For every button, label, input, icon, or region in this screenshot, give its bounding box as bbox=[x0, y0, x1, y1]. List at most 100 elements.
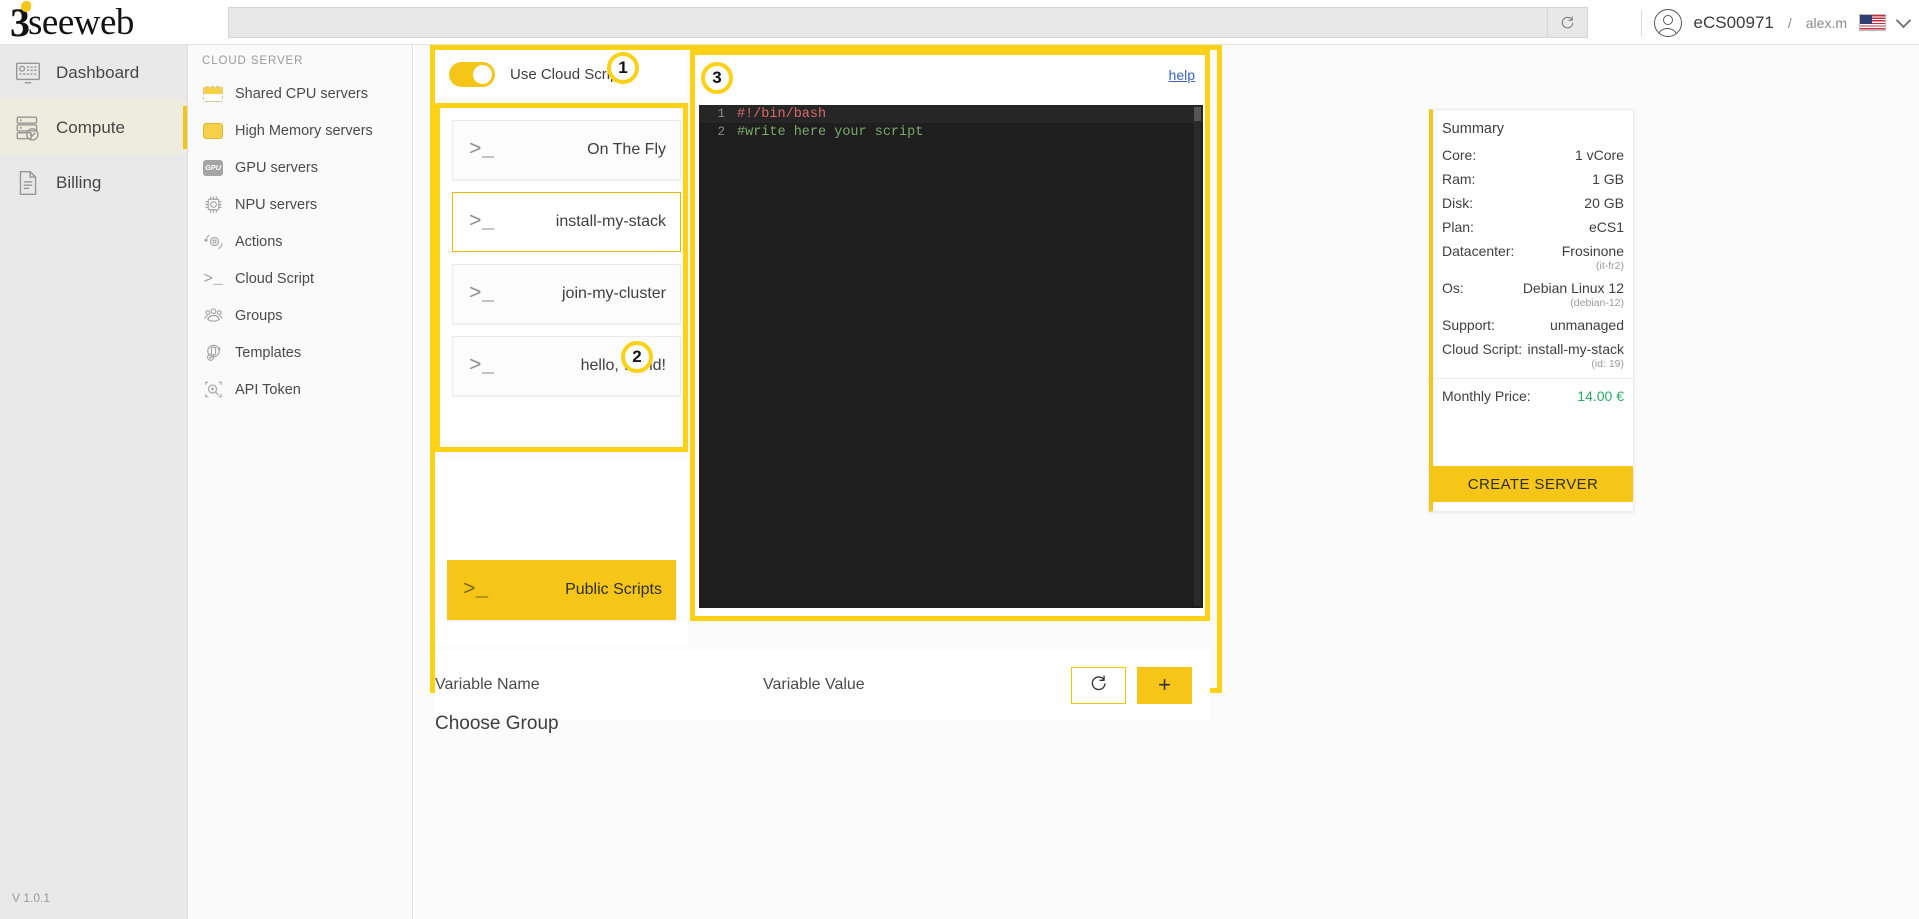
script-label: install-my-stack bbox=[555, 213, 666, 230]
editor-scrollbar[interactable] bbox=[1194, 107, 1201, 606]
code-line: 1 #!/bin/bash bbox=[699, 105, 1203, 123]
cpu-chip-half-icon bbox=[202, 83, 224, 105]
server-stack-icon bbox=[14, 114, 42, 142]
editor-header: 3 help bbox=[695, 55, 1205, 103]
chevron-down-icon[interactable] bbox=[1895, 12, 1912, 28]
use-cloud-scripts-row: Use Cloud Scripts bbox=[435, 50, 687, 98]
script-label: On The Fly bbox=[587, 141, 666, 158]
summary-value: 14.00 € bbox=[1577, 388, 1624, 404]
brand-logo[interactable]: 3 seeweb bbox=[0, 0, 188, 45]
app-root: 3 seeweb eCS00971 / alex.m Dashboard Com… bbox=[0, 0, 1919, 919]
summary-value: install-my-stack bbox=[1527, 341, 1624, 357]
summary-key: Datacenter: bbox=[1442, 243, 1515, 259]
code-editor[interactable]: 1 #!/bin/bash 2 #write here your script bbox=[699, 105, 1203, 608]
reset-variables-button[interactable] bbox=[1071, 666, 1126, 704]
subnav-item-gpu-servers[interactable]: GPU GPU servers bbox=[189, 149, 412, 186]
subnav-item-actions[interactable]: Actions bbox=[189, 223, 412, 260]
groups-icon bbox=[202, 305, 224, 327]
user-name: alex.m bbox=[1805, 14, 1847, 31]
script-editor-panel: 3 help 1 #!/bin/bash 2 #write here your … bbox=[690, 50, 1210, 621]
logo-text: seeweb bbox=[28, 1, 134, 43]
subnav-item-cloud-script[interactable]: >_ Cloud Script bbox=[189, 260, 412, 297]
summary-row-plan: Plan: eCS1 bbox=[1433, 213, 1633, 237]
line-number: 1 bbox=[717, 107, 725, 121]
subnav-item-npu-servers[interactable]: NPU servers bbox=[189, 186, 412, 223]
terminal-prompt-icon: >_ bbox=[469, 210, 495, 234]
sidebar-item-compute[interactable]: Compute bbox=[0, 100, 187, 155]
summary-row-cloud-script: Cloud Script: install-my-stack (id: 19) bbox=[1433, 335, 1633, 372]
choose-group-heading: Choose Group bbox=[435, 713, 559, 734]
subnav-item-label: NPU servers bbox=[235, 196, 318, 213]
variable-value-label: Variable Value bbox=[763, 676, 865, 693]
public-scripts-label: Public Scripts bbox=[565, 581, 662, 598]
summary-key: Disk: bbox=[1442, 195, 1474, 211]
script-card-install-my-stack[interactable]: >_ install-my-stack bbox=[452, 192, 681, 252]
public-scripts-button[interactable]: >_ Public Scripts bbox=[447, 560, 676, 620]
top-bar: 3 seeweb eCS00971 / alex.m bbox=[0, 0, 1919, 45]
subnav-item-label: Shared CPU servers bbox=[235, 85, 368, 102]
summary-row-os: Os: Debian Linux 12 (debian-12) bbox=[1433, 274, 1633, 311]
terminal-prompt-icon: >_ bbox=[469, 138, 495, 162]
summary-row-monthly-price: Monthly Price: 14.00 € bbox=[1433, 378, 1633, 406]
summary-subvalue: (it-fr2) bbox=[1596, 260, 1624, 272]
script-label: join-my-cluster bbox=[561, 285, 666, 302]
summary-panel: Summary Core: 1 vCore Ram: 1 GB Disk: 20… bbox=[1429, 109, 1634, 512]
secondary-sidebar: CLOUD SERVER Shared CPU servers High Mem… bbox=[189, 45, 413, 919]
account-id: eCS00971 bbox=[1693, 12, 1774, 32]
sidebar-item-billing[interactable]: Billing bbox=[0, 155, 187, 210]
terminal-prompt-icon: >_ bbox=[203, 269, 223, 288]
logo-mark-icon: 3 bbox=[10, 0, 31, 45]
use-cloud-scripts-toggle[interactable] bbox=[449, 61, 495, 87]
summary-key: Os: bbox=[1442, 280, 1464, 296]
summary-key: Support: bbox=[1442, 317, 1495, 333]
avatar[interactable] bbox=[1653, 8, 1682, 37]
annotation-badge-1: 1 bbox=[607, 52, 639, 84]
subnav-item-label: Actions bbox=[235, 233, 283, 250]
summary-key: Ram: bbox=[1442, 171, 1476, 187]
user-area: eCS00971 / alex.m bbox=[1640, 0, 1912, 45]
subnav-item-groups[interactable]: Groups bbox=[189, 297, 412, 334]
toggle-knob bbox=[473, 64, 492, 84]
api-token-icon bbox=[202, 379, 224, 401]
terminal-prompt-icon: >_ bbox=[463, 578, 489, 602]
terminal-prompt-icon: >_ bbox=[469, 354, 495, 378]
sidebar-item-label: Compute bbox=[56, 117, 125, 137]
code-text: #write here your script bbox=[737, 124, 924, 140]
summary-title: Summary bbox=[1442, 121, 1505, 137]
public-scripts-panel: >_ Public Scripts bbox=[435, 460, 688, 645]
summary-row-datacenter: Datacenter: Frosinone (it-fr2) bbox=[1433, 237, 1633, 274]
summary-value: eCS1 bbox=[1588, 219, 1624, 235]
script-card-join-my-cluster[interactable]: >_ join-my-cluster bbox=[452, 264, 681, 324]
create-server-button[interactable]: CREATE SERVER bbox=[1433, 466, 1633, 502]
search-input[interactable] bbox=[229, 8, 1547, 37]
subnav-item-high-memory-servers[interactable]: High Memory servers bbox=[189, 112, 412, 149]
us-flag-icon[interactable] bbox=[1859, 14, 1886, 31]
summary-key: Cloud Script: bbox=[1442, 341, 1523, 357]
summary-key: Core: bbox=[1442, 147, 1477, 163]
variable-name-label: Variable Name bbox=[435, 676, 540, 693]
script-card-on-the-fly[interactable]: >_ On The Fly bbox=[452, 120, 681, 180]
line-number: 2 bbox=[717, 125, 725, 139]
code-text: #!/bin/bash bbox=[737, 106, 827, 122]
subnav-item-label: Cloud Script bbox=[235, 270, 314, 287]
refresh-icon[interactable] bbox=[1547, 7, 1587, 38]
subnav-item-api-token[interactable]: API Token bbox=[189, 371, 412, 408]
help-link[interactable]: help bbox=[1169, 67, 1195, 83]
summary-value: Frosinone bbox=[1561, 243, 1624, 259]
annotation-badge-2: 2 bbox=[621, 341, 653, 373]
version-label: V 1.0.1 bbox=[12, 891, 51, 905]
subnav-item-templates[interactable]: Templates bbox=[189, 334, 412, 371]
subnav-item-shared-cpu-servers[interactable]: Shared CPU servers bbox=[189, 75, 412, 112]
summary-row-disk: Disk: 20 GB bbox=[1433, 189, 1633, 213]
terminal-prompt-icon: >_ bbox=[469, 282, 495, 306]
add-variable-button[interactable]: + bbox=[1137, 666, 1192, 704]
subnav-item-label: Templates bbox=[235, 344, 302, 361]
summary-subvalue: (debian-12) bbox=[1570, 297, 1624, 309]
account-separator: / bbox=[1787, 14, 1792, 31]
summary-value: Debian Linux 12 bbox=[1522, 280, 1624, 296]
dashboard-icon bbox=[14, 59, 42, 87]
sidebar-item-label: Dashboard bbox=[56, 62, 140, 82]
subnav-item-label: GPU servers bbox=[235, 159, 318, 176]
sidebar-item-dashboard[interactable]: Dashboard bbox=[0, 45, 187, 100]
global-search-bar[interactable] bbox=[228, 7, 1588, 38]
